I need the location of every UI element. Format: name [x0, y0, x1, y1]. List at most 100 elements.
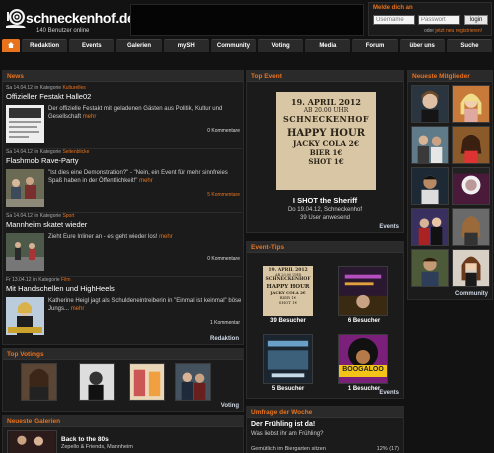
nav-item-events[interactable]: Events — [69, 39, 115, 52]
events-footer-link[interactable]: Events — [379, 224, 399, 230]
nav-item-community[interactable]: Community — [210, 39, 257, 52]
member-avatar[interactable] — [411, 167, 449, 205]
nav-item-media[interactable]: Media — [305, 39, 351, 52]
event-tip-visitors: 6 Besucher — [347, 318, 381, 324]
event-tip-poster[interactable]: 19. APRIL 2012 AB 20.00 UHR SCHNECKENHOF… — [263, 266, 313, 316]
members-header: Neueste Mitglieder — [408, 71, 492, 82]
event-tip-poster[interactable] — [263, 334, 313, 384]
news-meta: Sa 14.04.12 in Kategorie Seitenblicke — [6, 149, 90, 155]
poll-result: 12% (17) — [376, 446, 399, 452]
voting-photo[interactable] — [175, 363, 211, 401]
register-line: oder jetzt neu registrieren! — [424, 28, 483, 34]
members-panel: Neueste Mitglieder Community — [407, 70, 493, 300]
poll-header: Umfrage der Woche — [247, 407, 403, 418]
voting-photo[interactable] — [21, 363, 57, 401]
member-avatar[interactable] — [411, 249, 449, 287]
password-input[interactable] — [418, 15, 460, 25]
news-category[interactable]: Film — [61, 277, 70, 283]
event-tips-panel: Event-Tips 19. APRIL 2012 AB 20.00 UHR S… — [246, 241, 404, 399]
top-event-attendees: 39 User anwesend — [299, 215, 351, 221]
member-avatar[interactable] — [411, 126, 449, 164]
news-comments[interactable]: 0 Kommentare — [207, 256, 240, 262]
afro-poster-icon — [339, 338, 387, 377]
member-avatar[interactable] — [411, 208, 449, 246]
login-title: Melde dich an — [373, 5, 413, 11]
news-comments[interactable]: 0 Kommentare — [207, 128, 240, 134]
news-teaser: Zieht Eure Inliner an - es geht wieder l… — [48, 234, 173, 240]
nav-item-forum[interactable]: Forum — [352, 39, 398, 52]
member-avatar[interactable] — [452, 85, 490, 123]
event-tips-header: Event-Tips — [247, 242, 403, 253]
home-icon — [8, 42, 14, 48]
top-votings-header: Top Votings — [3, 349, 243, 360]
event-tip-poster[interactable]: BOOGALOO — [338, 334, 388, 384]
news-title[interactable]: Mit Handschellen und HighHeels — [6, 284, 115, 293]
top-votings-panel: Top Votings Voting — [2, 348, 244, 412]
gallery-place: Zepello & Friends, Mannheim — [61, 444, 133, 450]
users-online: 140 Benutzer online — [36, 28, 90, 34]
nav-item-galerien[interactable]: Galerien — [116, 39, 162, 52]
news-category[interactable]: Kulturelles — [62, 85, 85, 91]
top-event-poster[interactable]: 19. APRIL 2012 AB 20.00 UHR SCHNECKENHOF… — [276, 92, 376, 190]
news-footer-link[interactable]: Redaktion — [210, 336, 239, 342]
voting-footer-link[interactable]: Voting — [221, 403, 239, 409]
member-avatar[interactable] — [452, 249, 490, 287]
voting-photo[interactable] — [129, 363, 165, 401]
news-category[interactable]: Seitenblicke — [62, 149, 89, 155]
more-link[interactable]: mehr — [159, 234, 173, 240]
news-category[interactable]: Sport — [62, 213, 74, 219]
username-input[interactable] — [373, 15, 415, 25]
brand-name: schneckenhof.de — [26, 10, 135, 26]
main-nav: Redaktion Events Galerien mySH Community… — [2, 39, 493, 52]
poll-option[interactable]: Gemütlich im Biergarten sitzen — [251, 446, 326, 452]
gallery-thumbnail[interactable] — [7, 430, 57, 453]
home-button[interactable] — [2, 39, 20, 52]
event-tip-poster[interactable] — [338, 266, 388, 316]
news-thumbnail[interactable] — [6, 233, 44, 271]
more-link[interactable]: mehr — [71, 306, 85, 312]
news-header: News — [3, 71, 243, 82]
news-meta: Sa 14.04.12 in Kategorie Kulturelles — [6, 85, 86, 91]
member-avatar[interactable] — [452, 126, 490, 164]
login-button[interactable]: login — [464, 15, 488, 25]
login-box: Melde dich an login oder jetzt neu regis… — [368, 2, 492, 36]
news-teaser: "Ist dies eine Demonstration?" - "Nein, … — [48, 170, 228, 184]
event-tip-poster-title: BOOGALOO — [342, 366, 384, 373]
news-teaser: Der offizielle Festakt mit geladenen Gäs… — [48, 106, 223, 120]
more-link[interactable]: mehr — [139, 178, 153, 184]
top-event-date: Do 19.04.12, Schneckenhof — [287, 207, 363, 213]
register-link[interactable]: jetzt neu registrieren! — [435, 28, 482, 34]
news-title[interactable]: Offizieller Festakt Halle02 — [6, 92, 91, 101]
nav-item-suche[interactable]: Suche — [446, 39, 493, 52]
community-footer-link[interactable]: Community — [455, 291, 488, 297]
nav-item-mysh[interactable]: mySH — [163, 39, 209, 52]
voting-photo[interactable] — [79, 363, 115, 401]
nav-item-voting[interactable]: Voting — [258, 39, 304, 52]
news-item[interactable]: Sa 14.04.12 in Kategorie Sport Mannheim … — [6, 213, 242, 277]
news-comments[interactable]: 5 Kommentare — [207, 192, 240, 198]
nav-item-redaktion[interactable]: Redaktion — [22, 39, 68, 52]
news-title[interactable]: Flashmob Rave-Party — [6, 156, 79, 165]
member-avatar[interactable] — [411, 85, 449, 123]
more-link[interactable]: mehr — [83, 114, 97, 120]
news-item[interactable]: Sa 14.04.12 in Kategorie Seitenblicke Fl… — [6, 149, 242, 213]
news-item[interactable]: Fr 13.04.12 in Kategorie Film Mit Handsc… — [6, 277, 242, 341]
news-comments[interactable]: 1 Kommentar — [210, 320, 240, 326]
news-item[interactable]: Sa 14.04.12 in Kategorie Kulturelles Off… — [6, 85, 242, 149]
site-logo[interactable]: schneckenhof.de 140 Benutzer online — [4, 4, 135, 36]
news-panel: News Sa 14.04.12 in Kategorie Kulturelle… — [2, 70, 244, 345]
poll-heading: Der Frühling ist da! — [251, 421, 316, 428]
member-avatar[interactable] — [452, 208, 490, 246]
member-avatar[interactable] — [452, 167, 490, 205]
event-tips-footer-link[interactable]: Events — [379, 390, 399, 396]
header-banner — [130, 4, 364, 36]
top-event-panel: Top Event 19. APRIL 2012 AB 20.00 UHR SC… — [246, 70, 404, 233]
news-thumbnail[interactable] — [6, 169, 44, 207]
news-title[interactable]: Mannheim skatet wieder — [6, 220, 87, 229]
news-teaser: Katherine Heigl jagt als Schuldeneintrei… — [48, 298, 242, 312]
news-thumbnail[interactable] — [6, 297, 44, 335]
top-event-name[interactable]: I SHOT the Sheriff — [247, 196, 403, 205]
nav-item-ueber-uns[interactable]: über uns — [399, 39, 445, 52]
news-thumbnail[interactable] — [6, 105, 44, 143]
gallery-title[interactable]: Back to the 80s — [61, 436, 109, 443]
